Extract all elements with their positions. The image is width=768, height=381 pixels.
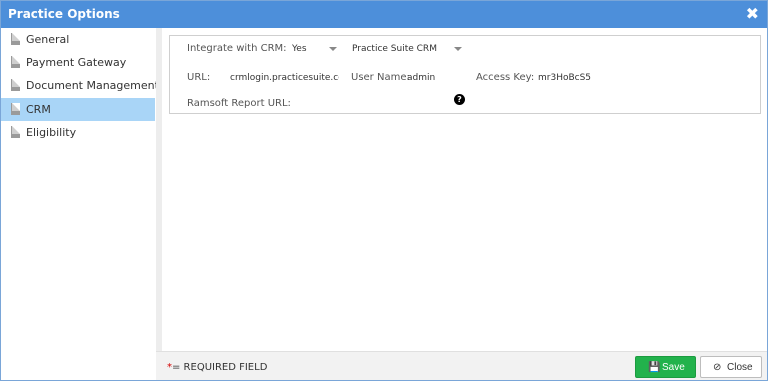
practice-options-dialog: Practice Options ✖ General Payment Gatew… — [0, 0, 768, 381]
document-icon — [11, 56, 20, 68]
document-icon — [11, 33, 20, 45]
sidebar-item-label: Document Management — [26, 79, 159, 92]
sidebar-item-label: General — [26, 33, 70, 46]
sidebar-item-general[interactable]: General — [1, 28, 155, 51]
sidebar: General Payment Gateway Document Managem… — [1, 28, 159, 380]
document-icon — [11, 103, 20, 115]
sidebar-item-label: CRM — [26, 103, 51, 116]
access-key-field[interactable]: mr3HoBcS5 — [538, 73, 591, 83]
chevron-down-icon[interactable] — [454, 47, 462, 51]
sidebar-item-payment-gateway[interactable]: Payment Gateway — [1, 51, 155, 74]
sidebar-item-label: Eligibility — [26, 126, 77, 139]
title-bar: Practice Options ✖ — [1, 1, 767, 28]
sidebar-item-label: Payment Gateway — [26, 56, 127, 69]
close-button[interactable]: ⊘ Close — [700, 356, 762, 378]
save-icon: 💾 — [648, 362, 661, 373]
close-button-label: Close — [727, 362, 753, 373]
save-button[interactable]: 💾 Save — [635, 356, 696, 378]
close-icon[interactable]: ✖ — [746, 4, 759, 23]
chevron-down-icon[interactable] — [329, 47, 337, 51]
dialog-title: Practice Options — [8, 7, 120, 21]
integrate-crm-select[interactable]: Yes — [292, 44, 307, 54]
url-field[interactable]: crmlogin.practicesuite.co — [230, 73, 339, 83]
integrate-crm-label: Integrate with CRM: — [187, 43, 287, 54]
username-label: User Name: — [351, 72, 410, 83]
sidebar-item-crm[interactable]: CRM — [1, 98, 155, 121]
required-field-text: = REQUIRED FIELD — [172, 362, 268, 373]
cancel-icon: ⊘ — [713, 362, 722, 373]
username-field[interactable]: admin — [407, 73, 435, 83]
document-icon — [11, 126, 20, 138]
sidebar-item-document-management[interactable]: Document Management — [1, 74, 159, 97]
access-key-label: Access Key: — [476, 72, 535, 83]
crm-provider-select[interactable]: Practice Suite CRM — [352, 44, 437, 54]
save-button-label: Save — [662, 362, 685, 373]
ramsoft-report-url-label: Ramsoft Report URL: — [187, 98, 291, 109]
url-label: URL: — [187, 72, 211, 83]
sidebar-item-eligibility[interactable]: Eligibility — [1, 121, 155, 144]
document-icon — [11, 79, 20, 91]
help-icon[interactable]: ? — [454, 94, 465, 105]
required-field-note: *= REQUIRED FIELD — [167, 362, 267, 373]
